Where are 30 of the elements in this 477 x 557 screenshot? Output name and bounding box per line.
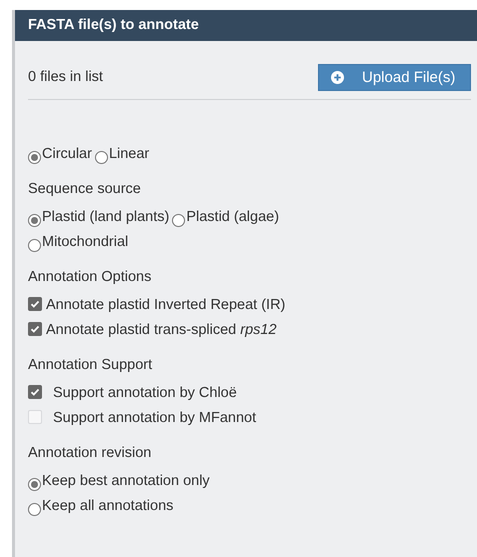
upload-button[interactable]: Upload File(s) [318,64,471,90]
checkbox[interactable] [28,322,42,336]
checkbox[interactable] [28,410,42,424]
option-label[interactable]: Mitochondrial [42,234,128,250]
option-label[interactable]: Linear [108,146,150,162]
panel-title: FASTA file(s) to annotate [15,10,477,41]
radio-button[interactable] [172,214,186,227]
option-label[interactable]: Plastid (algae) [186,209,280,225]
section-heading: Sequence source [28,181,141,197]
radio-button[interactable] [94,151,108,164]
radio-button[interactable] [28,503,41,516]
option-label[interactable]: Annotate plastid trans-spliced rps12 [46,322,277,338]
section-heading: Annotation Support [28,357,152,373]
radio-button[interactable] [28,151,41,164]
checkbox[interactable] [28,385,42,399]
option-label[interactable]: Support annotation by Chloë [53,385,237,401]
section-heading: Annotation revision [28,445,152,461]
option-label[interactable]: Annotate plastid Inverted Repeat (IR) [46,297,286,313]
radio-button[interactable] [28,239,41,252]
radio-button[interactable] [28,214,41,227]
option-label[interactable]: Support annotation by MFannot [53,410,256,426]
option-label[interactable]: Keep best annotation only [42,473,210,489]
plus-circle-icon [331,70,344,84]
option-label[interactable]: Plastid (land plants) [42,209,170,225]
radio-button[interactable] [28,478,41,491]
checkbox[interactable] [28,297,42,311]
option-label[interactable]: Keep all annotations [42,498,174,514]
option-label[interactable]: Circular [42,146,92,162]
file-count: 0 files in list [28,69,103,85]
section-heading: Annotation Options [28,269,152,285]
